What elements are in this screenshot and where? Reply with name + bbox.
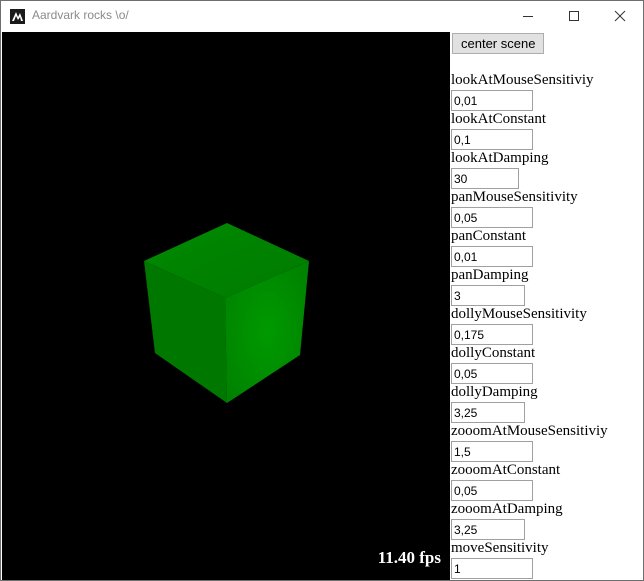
param-label: zooomAtDamping — [451, 501, 563, 517]
param-label: lookAtConstant — [451, 111, 547, 127]
param-label: dollyDamping — [451, 384, 538, 400]
settings-panel: center scene lookAtMouseSensitiviy lookAt… — [451, 32, 643, 580]
app-icon — [10, 9, 25, 24]
param-label: panMouseSensitivity — [451, 189, 578, 205]
scene-canvas[interactable] — [2, 32, 450, 580]
param-row: zooomAtMouseSensitiviy — [451, 422, 608, 462]
param-label: zooomAtMouseSensitiviy — [451, 423, 608, 439]
param-input[interactable] — [451, 285, 525, 306]
param-input[interactable] — [451, 480, 533, 501]
param-row: panMouseSensitivity — [451, 188, 578, 228]
param-input[interactable] — [451, 558, 533, 579]
green-cube[interactable] — [144, 223, 309, 403]
param-input[interactable] — [451, 402, 525, 423]
param-row: dollyMouseSensitivity — [451, 305, 587, 345]
center-scene-button[interactable]: center scene — [452, 33, 545, 54]
fps-counter: 11.40 fps — [377, 548, 441, 567]
param-row: zooomAtDamping — [451, 500, 563, 540]
close-icon — [614, 10, 626, 22]
param-row: moveSensitivity — [451, 539, 549, 579]
param-label: panConstant — [451, 228, 526, 244]
window-title: Aardvark rocks \o/ — [32, 8, 129, 22]
param-input[interactable] — [451, 324, 533, 345]
maximize-icon — [569, 11, 579, 21]
param-row: lookAtDamping — [451, 149, 549, 189]
param-row: lookAtConstant — [451, 110, 546, 150]
maximize-button[interactable] — [551, 1, 597, 31]
param-input[interactable] — [451, 441, 533, 462]
close-button[interactable] — [597, 1, 643, 31]
param-label: dollyMouseSensitivity — [451, 306, 587, 322]
param-row: zooomAtConstant — [451, 461, 560, 501]
minimize-icon — [523, 16, 533, 17]
minimize-button[interactable] — [505, 1, 551, 31]
param-label: moveSensitivity — [451, 540, 549, 556]
param-row: panDamping — [451, 266, 528, 306]
param-input[interactable] — [451, 246, 533, 267]
app-window: Aardvark rocks \o/ 11.40 fps center scen… — [0, 0, 644, 581]
param-label: lookAtDamping — [451, 150, 549, 166]
param-label: zooomAtConstant — [451, 462, 561, 478]
param-input[interactable] — [451, 168, 519, 189]
param-input[interactable] — [451, 207, 533, 228]
param-row: panConstant — [451, 227, 533, 267]
title-bar[interactable]: Aardvark rocks \o/ — [1, 1, 643, 31]
param-input[interactable] — [451, 90, 533, 111]
param-input[interactable] — [451, 129, 533, 150]
param-row: dollyDamping — [451, 383, 538, 423]
param-row: dollyConstant — [451, 344, 535, 384]
param-label: lookAtMouseSensitiviy — [451, 72, 594, 88]
param-input[interactable] — [451, 519, 525, 540]
param-row: lookAtMouseSensitiviy — [451, 71, 594, 111]
param-input[interactable] — [451, 363, 533, 384]
param-label: panDamping — [451, 267, 529, 283]
param-label: dollyConstant — [451, 345, 536, 361]
render-viewport[interactable]: 11.40 fps — [2, 32, 450, 580]
